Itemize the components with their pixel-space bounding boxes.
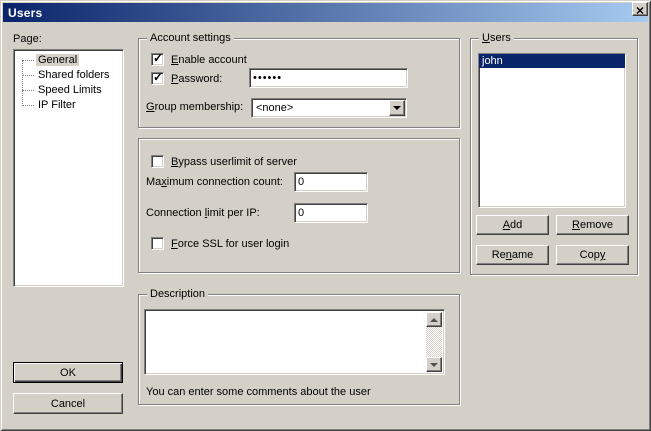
password-label: Password: xyxy=(171,73,222,85)
tree-item-shared-folders[interactable]: Shared folders xyxy=(14,68,123,83)
max-connection-count-label: Maximum connection count: xyxy=(146,176,283,188)
force-ssl-label: Force SSL for user login xyxy=(171,238,289,250)
password-checkbox[interactable] xyxy=(151,72,164,85)
connection-limit-per-ip-label: Connection limit per IP: xyxy=(146,207,260,219)
description-textarea[interactable] xyxy=(144,309,445,375)
limits-group: Bypass userlimit of server Maximum conne… xyxy=(138,138,460,273)
description-group: Description You can enter some comments … xyxy=(138,294,460,405)
scroll-up-button[interactable] xyxy=(426,312,442,327)
tree-item-speed-limits[interactable]: Speed Limits xyxy=(14,83,123,98)
titlebar: Users xyxy=(3,3,648,22)
description-hint: You can enter some comments about the us… xyxy=(146,386,371,398)
arrow-up-icon xyxy=(430,318,438,322)
rename-button[interactable]: Rename xyxy=(476,245,549,265)
bypass-userlimit-checkbox[interactable] xyxy=(151,155,164,168)
chevron-down-icon xyxy=(393,106,401,110)
users-group: Users john Add Remove Rename Copy xyxy=(470,38,638,275)
password-row: Password: xyxy=(151,72,222,85)
add-button[interactable]: Add xyxy=(476,215,549,235)
force-ssl-checkbox[interactable] xyxy=(151,237,164,250)
close-icon xyxy=(636,2,644,17)
combobox-dropdown-button[interactable] xyxy=(389,100,405,116)
group-membership-combobox[interactable]: <none> xyxy=(251,98,407,118)
tree-item-ip-filter[interactable]: IP Filter xyxy=(14,98,123,113)
user-list-item[interactable]: john xyxy=(479,54,625,68)
copy-button[interactable]: Copy xyxy=(556,245,629,265)
users-group-title: Users xyxy=(479,32,514,45)
description-title: Description xyxy=(147,288,208,301)
group-membership-value: <none> xyxy=(256,102,293,114)
users-dialog: Users Page: General Shared folders Speed… xyxy=(0,0,651,431)
bypass-userlimit-label: Bypass userlimit of server xyxy=(171,156,297,168)
account-settings-title: Account settings xyxy=(147,32,234,45)
cancel-button[interactable]: Cancel xyxy=(13,393,123,414)
enable-account-label: Enable account xyxy=(171,54,247,66)
tree-item-general[interactable]: General xyxy=(14,53,123,68)
arrow-down-icon xyxy=(430,363,438,367)
bypass-userlimit-row: Bypass userlimit of server xyxy=(151,155,297,168)
group-membership-label: Group membership: xyxy=(146,101,243,113)
max-connection-count-input[interactable] xyxy=(294,172,368,192)
description-scrollbar[interactable] xyxy=(426,312,442,372)
users-listbox[interactable]: john xyxy=(478,53,626,208)
window-title: Users xyxy=(8,6,42,20)
password-input[interactable] xyxy=(249,68,408,88)
force-ssl-row: Force SSL for user login xyxy=(151,237,289,250)
page-tree: General Shared folders Speed Limits IP F… xyxy=(13,49,124,287)
enable-account-row: Enable account xyxy=(151,53,247,66)
page-label: Page: xyxy=(13,33,42,45)
remove-button[interactable]: Remove xyxy=(556,215,629,235)
ok-button[interactable]: OK xyxy=(13,362,123,383)
scroll-down-button[interactable] xyxy=(426,357,442,372)
enable-account-checkbox[interactable] xyxy=(151,53,164,66)
account-settings-group: Account settings Enable account Password… xyxy=(138,38,460,128)
close-button[interactable] xyxy=(632,2,648,16)
connection-limit-per-ip-input[interactable] xyxy=(294,203,368,223)
